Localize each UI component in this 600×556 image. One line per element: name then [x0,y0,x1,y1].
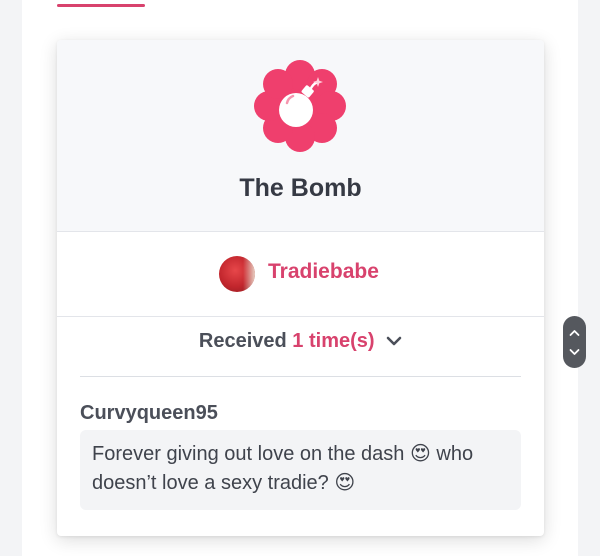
bomb-icon [252,58,348,154]
sender-name-link[interactable]: Tradiebabe [268,260,379,284]
sender-avatar[interactable] [219,256,255,292]
chevron-down-icon [386,330,402,353]
scroll-down-icon[interactable] [567,344,582,359]
badge-title: The Bomb [239,174,362,202]
scroll-control[interactable] [563,316,586,368]
comment-box: Forever giving out love on the dash 😍 wh… [80,430,521,510]
divider [80,376,521,377]
comment-text: Forever giving out love on the dash 😍 wh… [92,443,474,494]
active-tab-indicator [57,4,145,7]
badge-header: The Bomb [57,40,544,232]
badge-card: The Bomb Tradiebabe Received 1 time(s) C… [57,40,544,536]
scroll-up-icon[interactable] [567,325,582,340]
received-count: 1 time(s) [292,330,375,352]
received-label: Received [198,330,287,352]
sender-row: Tradiebabe [57,232,544,317]
comment-author: Curvyqueen95 [80,402,218,424]
received-toggle[interactable]: Received 1 time(s) [57,330,544,353]
